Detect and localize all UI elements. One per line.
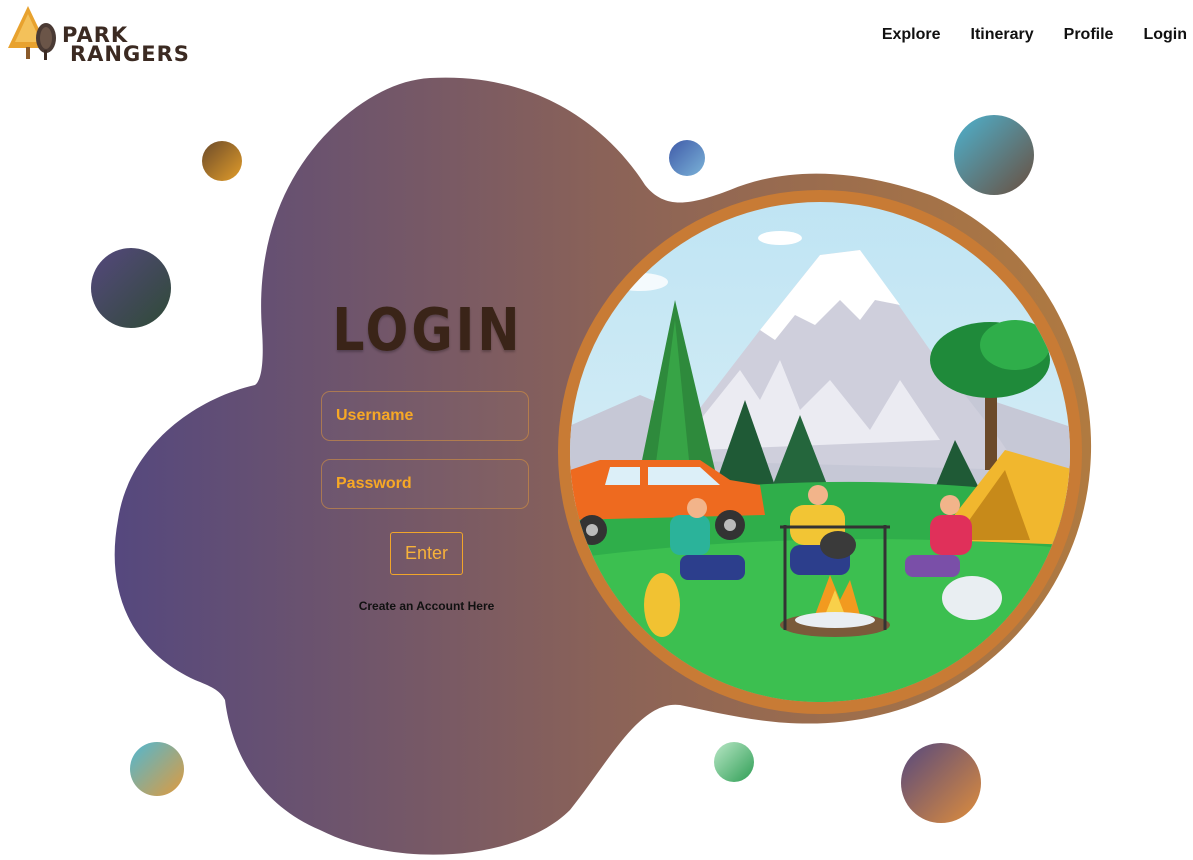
decor-bubble xyxy=(901,743,981,823)
enter-button[interactable]: Enter xyxy=(390,532,463,575)
username-input[interactable] xyxy=(334,406,516,426)
decor-bubble xyxy=(130,742,184,796)
decor-bubble xyxy=(714,742,754,782)
background-stage xyxy=(91,77,1092,855)
decor-bubble xyxy=(954,115,1034,195)
login-title: LOGIN xyxy=(332,296,523,365)
username-field[interactable] xyxy=(321,391,529,441)
decor-bubble xyxy=(91,248,171,328)
password-input[interactable] xyxy=(334,474,516,494)
create-account-link[interactable]: Create an Account Here xyxy=(330,599,523,613)
decor-bubble xyxy=(202,141,242,181)
decor-bubble xyxy=(669,140,705,176)
password-field[interactable] xyxy=(321,459,529,509)
